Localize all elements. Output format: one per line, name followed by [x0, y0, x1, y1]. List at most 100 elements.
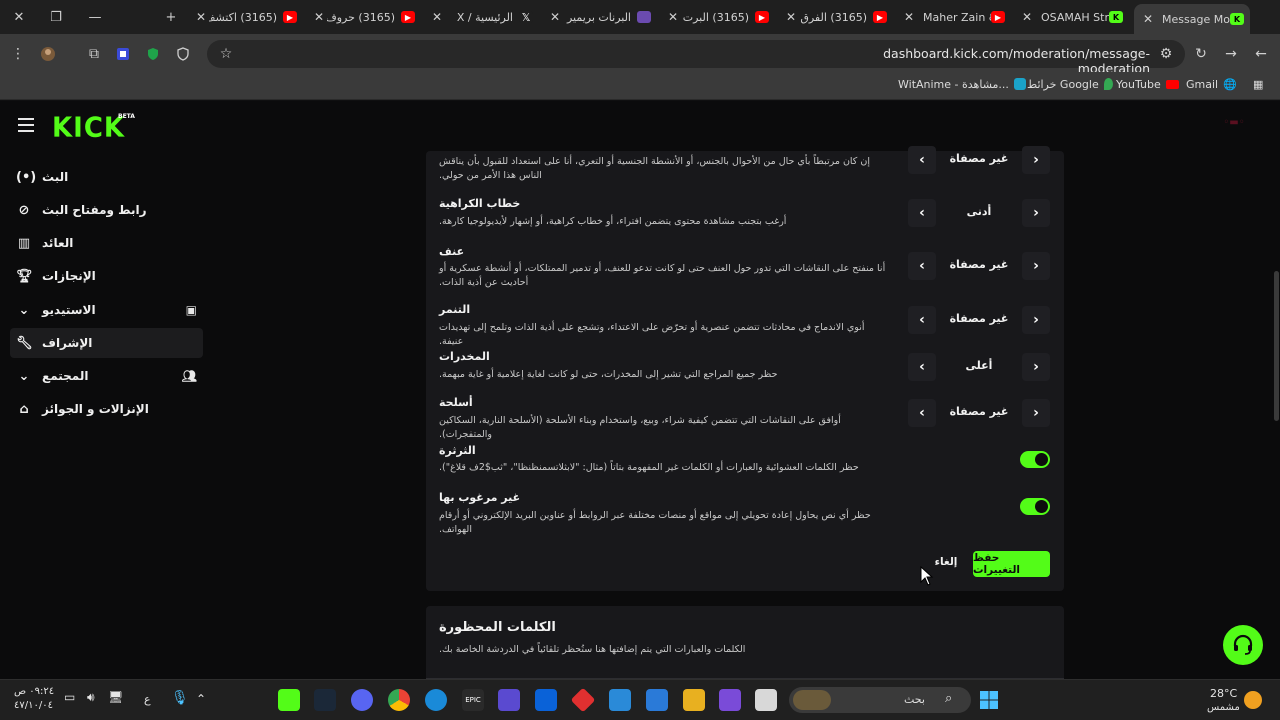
save-changes-button[interactable]: حفظ التغييرات — [973, 551, 1050, 577]
wrench-icon: 🔧︎ — [16, 335, 33, 351]
tab-close-icon[interactable]: ✕ — [1019, 10, 1035, 24]
browser-tab-active[interactable]: ✕ Message Mo K — [1134, 4, 1250, 34]
reload-icon[interactable]: ↻ — [1191, 44, 1211, 64]
new-tab-icon[interactable]: + — [158, 5, 184, 29]
chrome-icon[interactable] — [388, 689, 410, 711]
browser-tab[interactable]: ✕ (3165) اكتشف ▶ — [187, 4, 303, 30]
hamburger-menu-icon[interactable] — [18, 118, 34, 132]
tab-close-icon[interactable]: ✕ — [901, 10, 917, 24]
rule-level-stepper[interactable]: ‹ أعلى › — [908, 353, 1050, 381]
chevron-left-icon[interactable]: ‹ — [908, 199, 936, 227]
shield-outline-icon[interactable] — [173, 44, 193, 64]
bookmark-star-icon[interactable]: ☆ — [216, 44, 236, 64]
chevron-left-icon[interactable]: ‹ — [908, 399, 936, 427]
app-icon[interactable] — [498, 689, 520, 711]
tab-close-icon[interactable]: ✕ — [665, 10, 681, 24]
mail-icon[interactable] — [609, 689, 631, 711]
rule-level-stepper[interactable]: ‹ غير مصفاة › — [908, 306, 1050, 334]
sun-weather-icon[interactable] — [1244, 691, 1262, 709]
minimize-window-icon[interactable]: — — [82, 5, 108, 29]
rule-toggle[interactable] — [1020, 451, 1050, 468]
sidebar-item-revenue[interactable]: ▥ العائد — [10, 228, 203, 258]
chevron-left-icon[interactable]: ‹ — [908, 306, 936, 334]
chevron-left-icon[interactable]: ‹ — [908, 353, 936, 381]
rule-toggle[interactable] — [1020, 498, 1050, 515]
shield-extension-icon[interactable] — [143, 44, 163, 64]
support-chat-button[interactable] — [1223, 625, 1263, 665]
clock-date[interactable]: ٤٧/١٠/٠٤ — [14, 700, 53, 711]
rule-level-stepper[interactable]: ‹ أدنى › — [908, 199, 1050, 227]
rule-level-stepper[interactable]: ‹ غير مصفاة › — [908, 146, 1050, 174]
tray-overflow-icon[interactable]: ⌃ — [196, 692, 206, 706]
bookmark-gmail[interactable]: Gmail 🌐 — [1186, 76, 1237, 92]
steam-icon[interactable] — [314, 689, 336, 711]
tab-close-icon[interactable]: ✕ — [311, 10, 327, 24]
rule-title: خطاب الكراهية — [439, 197, 521, 210]
file-explorer-icon[interactable] — [683, 689, 705, 711]
edge-icon[interactable] — [425, 689, 447, 711]
extensions-icon[interactable]: ⧉ — [84, 44, 104, 64]
sidebar-item-moderation[interactable]: 🔧︎ الإشراف — [10, 328, 203, 358]
all-bookmarks-icon[interactable]: ▦ — [1253, 76, 1263, 92]
tab-close-icon[interactable]: ✕ — [783, 10, 799, 24]
rule-level-stepper[interactable]: ‹ غير مصفاة › — [908, 252, 1050, 280]
browser-tab[interactable]: ✕ (3165) البرت ▶ — [659, 4, 775, 30]
chevron-right-icon[interactable]: › — [1022, 353, 1050, 381]
tab-close-icon[interactable]: ✕ — [547, 10, 563, 24]
sidebar-item-label: العائد — [42, 236, 74, 250]
browser-tab[interactable]: ✕ (3165) حروف ▶ — [305, 4, 421, 30]
user-avatar-icon[interactable]: ◦▬◦ — [1222, 117, 1246, 133]
dropbox-icon[interactable] — [535, 689, 557, 711]
chevron-left-icon[interactable]: ‹ — [908, 252, 936, 280]
sidebar-item-studio[interactable]: ⌄ الاستيديو ▣ — [10, 295, 203, 325]
volume-icon[interactable]: 🔊︎ — [87, 690, 95, 705]
forward-icon[interactable]: → — [1221, 44, 1241, 64]
browser-tab[interactable]: ✕ Maher Zain & ▶ — [895, 4, 1011, 30]
tab-title: Message Mo — [1162, 12, 1230, 26]
windows-start-icon[interactable] — [978, 689, 1000, 711]
browser-tab[interactable]: ✕ OSAMAH Stre K — [1013, 4, 1129, 30]
store-icon[interactable] — [646, 689, 668, 711]
sidebar-item-community[interactable]: ⌄ المجتمع 👥︎ — [10, 361, 203, 391]
bookmark-witanime[interactable]: WitAnime - مشاهدة... — [898, 76, 1026, 92]
kick-logo[interactable]: KICK — [52, 112, 125, 144]
close-window-icon[interactable]: ✕ — [6, 5, 32, 29]
sidebar-item-stream-key[interactable]: ⊘ رابط ومفتاح البث — [10, 195, 203, 225]
chevron-down-icon: ⌄ — [18, 302, 30, 318]
page-scrollbar[interactable] — [1274, 271, 1279, 421]
chevron-right-icon[interactable]: › — [1022, 399, 1050, 427]
chevron-right-icon[interactable]: › — [1022, 199, 1050, 227]
kick-app-icon[interactable] — [278, 689, 300, 711]
tab-close-icon[interactable]: ✕ — [1140, 12, 1156, 26]
bookmark-maps[interactable]: خرائط Google — [1027, 76, 1113, 92]
network-icon[interactable]: 🖥︎ — [108, 690, 123, 704]
profile-avatar-icon[interactable] — [38, 44, 58, 64]
restore-window-icon[interactable]: ❐ — [43, 5, 69, 29]
epic-games-icon[interactable]: EPIC — [462, 689, 484, 711]
site-settings-icon[interactable]: ⚙ — [1156, 44, 1176, 64]
chevron-right-icon[interactable]: › — [1022, 306, 1050, 334]
tab-close-icon[interactable]: ✕ — [193, 10, 209, 24]
tab-close-icon[interactable]: ✕ — [429, 10, 445, 24]
browser-tab[interactable]: ✕ البرنات بريمير — [541, 4, 657, 30]
sidebar-item-drops[interactable]: ⌂ الإنزالات و الجوائز — [10, 394, 203, 424]
extension-icon[interactable] — [113, 44, 133, 64]
bookmark-youtube[interactable]: YouTube — [1116, 76, 1179, 92]
chevron-right-icon[interactable]: › — [1022, 252, 1050, 280]
browser-tab[interactable]: ✕ (3165) الفرق ▶ — [777, 4, 893, 30]
chevron-right-icon[interactable]: › — [1022, 146, 1050, 174]
clock-time[interactable]: ٠٩:٢٤ ص — [14, 686, 54, 697]
app-icon[interactable] — [755, 689, 777, 711]
copilot-icon[interactable] — [719, 689, 741, 711]
battery-icon[interactable]: ▭ — [64, 690, 75, 704]
input-language[interactable]: ع — [144, 693, 151, 706]
browser-tab[interactable]: ✕ الرئيسية / X 𝕏 — [423, 4, 539, 30]
sidebar-item-stream[interactable]: (•) البث — [10, 162, 203, 192]
chevron-left-icon[interactable]: ‹ — [908, 146, 936, 174]
sidebar-item-achievements[interactable]: 🏆︎ الإنجازات — [10, 261, 203, 291]
rule-level-stepper[interactable]: ‹ غير مصفاة › — [908, 399, 1050, 427]
menu-dots-icon[interactable]: ⋮ — [8, 44, 28, 64]
discord-icon[interactable] — [351, 689, 373, 711]
microphone-icon[interactable]: 🎙︎ — [171, 690, 189, 706]
back-icon[interactable]: ← — [1251, 44, 1271, 64]
